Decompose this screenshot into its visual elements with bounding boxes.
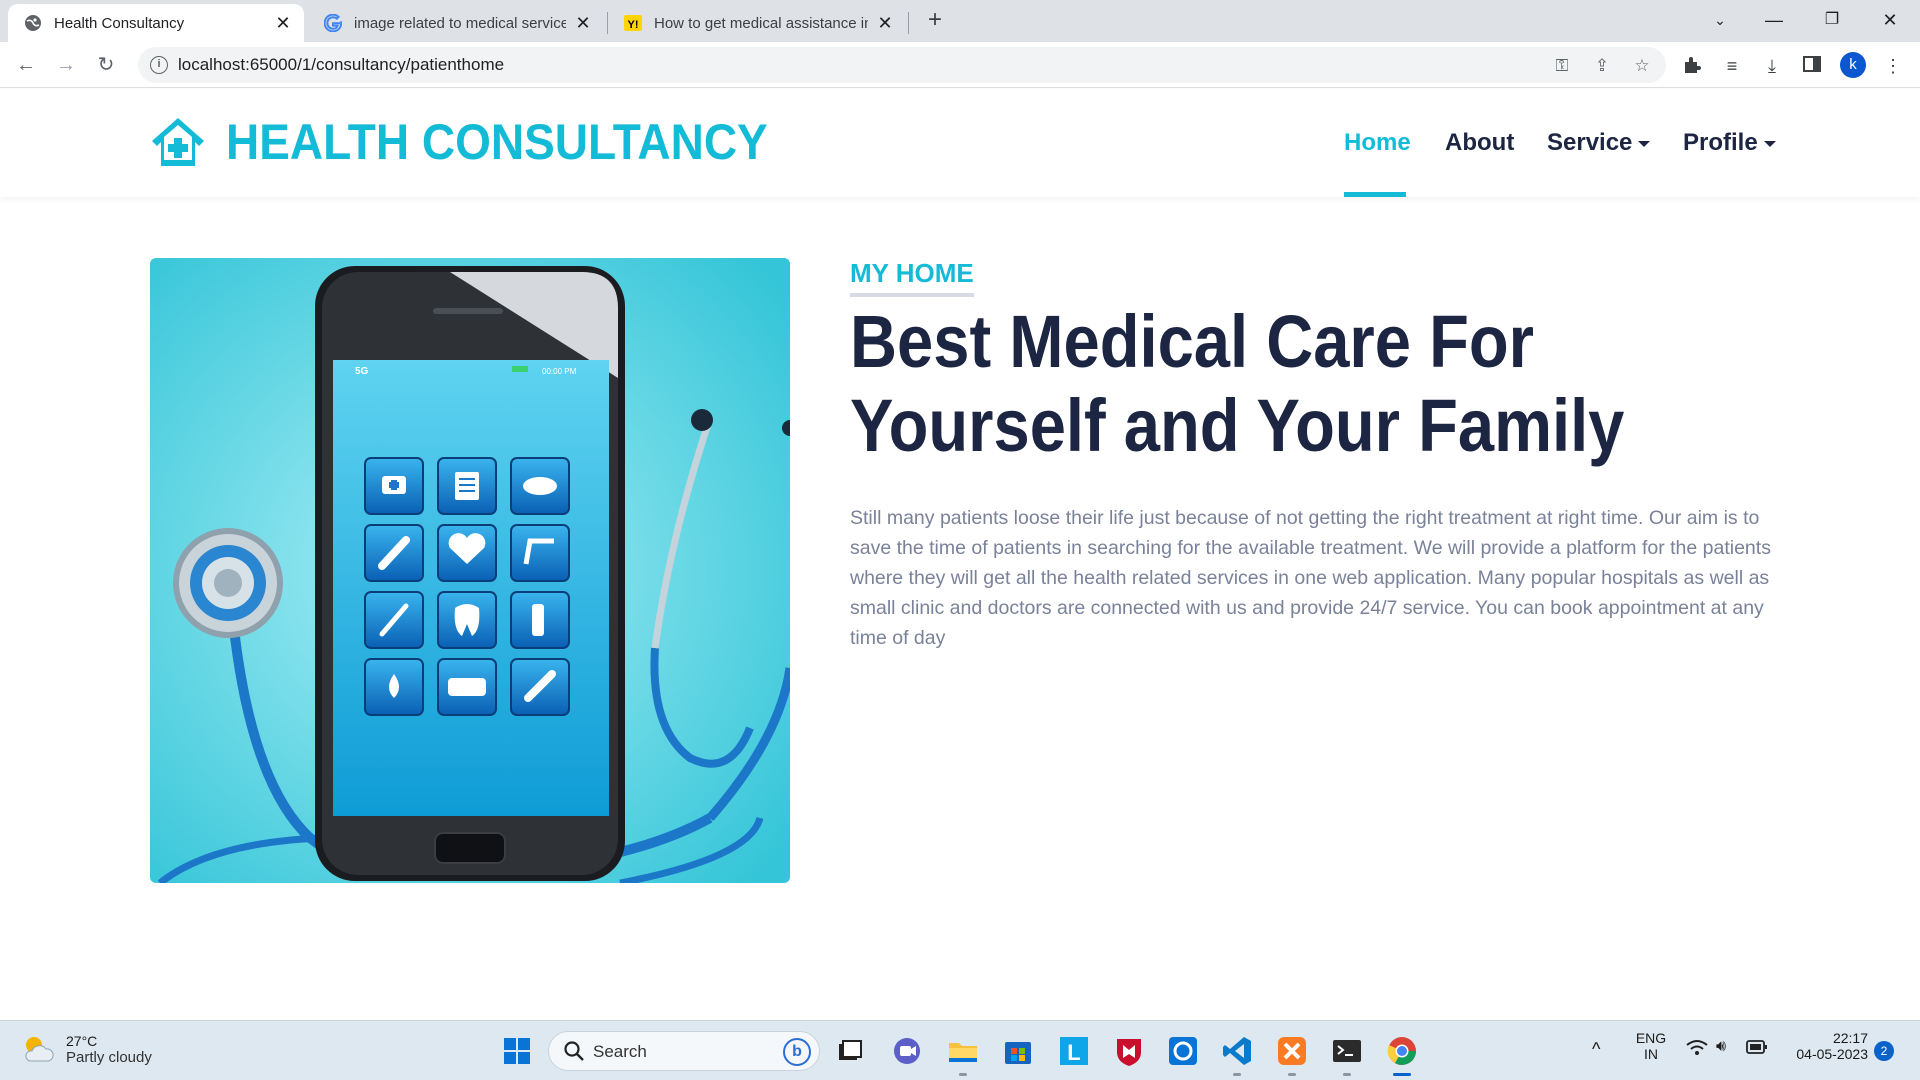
taskbar-search[interactable]: Search b	[548, 1031, 820, 1071]
caret-down-icon	[1638, 140, 1651, 147]
volume-icon[interactable]: 🔊︎	[1716, 1038, 1726, 1056]
browser-tabstrip: Health Consultancy ✕ image related to me…	[0, 0, 1920, 42]
back-button[interactable]: ←	[12, 51, 40, 79]
svg-text:Y!: Y!	[628, 19, 639, 31]
search-icon	[564, 1041, 584, 1061]
file-explorer-icon[interactable]	[946, 1034, 980, 1068]
reload-button[interactable]: ↻	[92, 51, 120, 79]
hero-headline: Best Medical Care For Yourself and Your …	[850, 300, 1625, 467]
weather-desc: Partly cloudy	[66, 1048, 152, 1066]
extensions-icon[interactable]	[1681, 55, 1703, 77]
caret-down-icon	[1763, 140, 1776, 147]
brand-name: HEALTH CONSULTANCY	[226, 114, 768, 170]
key-icon[interactable]: ⚿	[1552, 56, 1572, 76]
search-placeholder: Search	[593, 1042, 647, 1061]
media-list-icon[interactable]: ≡	[1721, 55, 1743, 77]
running-indicator	[959, 1073, 967, 1076]
windows-taskbar: 27°C Partly cloudy Search b L ^ ENG IN 🔊…	[0, 1020, 1920, 1080]
tab-medical-assistance[interactable]: Y! How to get medical assistance in ✕	[608, 4, 906, 42]
terminal-icon[interactable]	[1330, 1034, 1364, 1068]
running-indicator	[1343, 1073, 1351, 1076]
cortana-icon[interactable]	[1166, 1034, 1200, 1068]
nav-profile[interactable]: Profile	[1683, 129, 1776, 157]
clock[interactable]: 22:17 04-05-2023	[1784, 1030, 1868, 1062]
nav-about[interactable]: About	[1445, 129, 1514, 157]
close-tab-icon[interactable]: ✕	[574, 14, 592, 32]
microsoft-store-icon[interactable]	[1001, 1034, 1035, 1068]
xampp-icon[interactable]	[1275, 1034, 1309, 1068]
new-tab-button[interactable]: +	[922, 8, 948, 34]
tab-title: Health Consultancy	[54, 14, 185, 32]
hero-paragraph: Still many patients loose their life jus…	[850, 507, 1771, 649]
google-icon	[324, 14, 342, 32]
minimize-button[interactable]: —	[1754, 6, 1794, 34]
tab-search-icon[interactable]: ⌄	[1700, 6, 1740, 34]
svg-text:L: L	[1067, 1040, 1080, 1065]
brand-logo[interactable]: HEALTH CONSULTANCY	[150, 113, 815, 171]
profile-avatar[interactable]: k	[1840, 52, 1866, 78]
nav-profile-label: Profile	[1683, 129, 1758, 156]
hero-image: 5G 00:00 PM	[150, 258, 790, 883]
wifi-icon[interactable]	[1686, 1039, 1708, 1060]
battery-icon[interactable]	[1746, 1040, 1768, 1057]
section-kicker: MY HOME	[850, 258, 974, 297]
browser-toolbar: ← → ↻ i localhost:65000/1/consultancy/pa…	[0, 42, 1920, 88]
url-text[interactable]: localhost:65000/1/consultancy/patienthom…	[178, 55, 504, 75]
site-icon: Y!	[624, 14, 642, 32]
teams-chat-icon[interactable]	[890, 1034, 924, 1068]
lang-top: ENG	[1635, 1030, 1667, 1046]
tab-divider	[908, 12, 909, 34]
nav-home[interactable]: Home	[1344, 129, 1411, 157]
clock-date: 04-05-2023	[1796, 1046, 1868, 1062]
windows-start-icon[interactable]	[500, 1034, 534, 1068]
language-indicator[interactable]: ENG IN	[1634, 1030, 1668, 1062]
bing-icon[interactable]: b	[783, 1038, 811, 1066]
menu-kebab-icon[interactable]: ⋮	[1882, 55, 1904, 77]
weather-temp: 27°C	[66, 1032, 98, 1049]
tab-title: image related to medical services	[354, 14, 566, 32]
tab-title: How to get medical assistance in	[654, 14, 868, 32]
weather-widget[interactable]: 27°C Partly cloudy	[20, 1031, 152, 1067]
lang-bottom: IN	[1644, 1046, 1658, 1062]
tab-health-consultancy[interactable]: Health Consultancy ✕	[8, 4, 304, 42]
bookmark-star-icon[interactable]: ☆	[1632, 56, 1652, 76]
l-app-icon[interactable]: L	[1057, 1034, 1091, 1068]
partly-cloudy-icon	[25, 1037, 54, 1062]
mcafee-icon[interactable]	[1112, 1034, 1146, 1068]
active-app-indicator	[1393, 1073, 1411, 1076]
address-bar[interactable]: i localhost:65000/1/consultancy/patienth…	[138, 47, 1666, 83]
house-medical-icon	[152, 118, 204, 166]
nav-service[interactable]: Service	[1547, 129, 1651, 157]
site-header: HEALTH CONSULTANCY Home About Service Pr…	[0, 89, 1920, 197]
globe-icon	[24, 14, 42, 32]
forward-button[interactable]: →	[52, 51, 80, 79]
tab-image-search[interactable]: image related to medical services ✕	[308, 4, 604, 42]
close-tab-icon[interactable]: ✕	[274, 14, 292, 32]
site-info-icon[interactable]: i	[150, 56, 168, 74]
notification-badge[interactable]: 2	[1874, 1041, 1894, 1061]
tray-overflow-chevron-icon[interactable]: ^	[1592, 1039, 1600, 1060]
clock-time: 22:17	[1832, 1030, 1868, 1046]
side-panel-icon[interactable]	[1801, 55, 1823, 77]
active-nav-indicator	[1344, 192, 1406, 197]
task-view-icon[interactable]	[833, 1034, 867, 1068]
phone-status-network: 5G	[355, 366, 369, 377]
running-indicator	[1288, 1073, 1296, 1076]
download-icon[interactable]: ⤓	[1761, 55, 1783, 77]
nav-service-label: Service	[1547, 129, 1633, 156]
phone-status-time: 00:00 PM	[542, 367, 577, 376]
close-window-button[interactable]: ✕	[1870, 6, 1910, 34]
close-tab-icon[interactable]: ✕	[876, 14, 894, 32]
chrome-icon[interactable]	[1385, 1034, 1419, 1068]
vscode-icon[interactable]	[1220, 1034, 1254, 1068]
share-icon[interactable]: ⇪	[1592, 56, 1612, 76]
running-indicator	[1233, 1073, 1241, 1076]
restore-button[interactable]: ❐	[1812, 6, 1852, 34]
